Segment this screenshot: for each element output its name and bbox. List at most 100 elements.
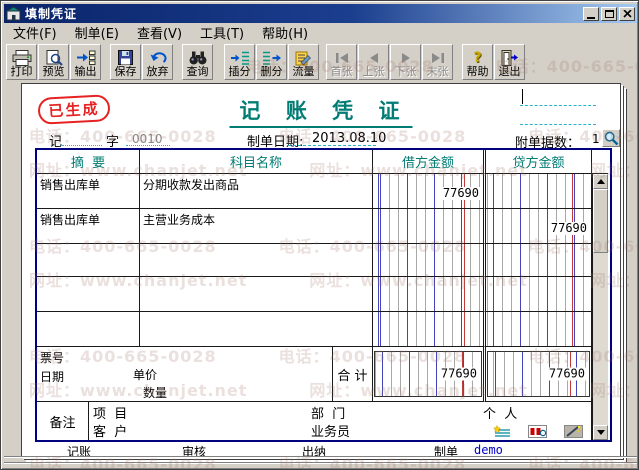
exit-button[interactable]: 退出	[494, 44, 525, 80]
craft-field-line-1[interactable]	[520, 105, 596, 106]
row3-summary-cell[interactable]	[37, 244, 140, 277]
attachment-magnifier-button[interactable]	[602, 129, 620, 147]
attachment-count-value[interactable]: 1	[592, 132, 600, 146]
row1-account-cell[interactable]: 分期收款发出商品	[140, 174, 373, 209]
menu-bar: 文件(F) 制单(E) 查看(V) 工具(T) 帮助(H)	[4, 23, 637, 42]
next-voucher-button[interactable]: 下张	[390, 44, 421, 80]
remark-body: 项 目 客 户 部 门 业务员 个 人	[89, 402, 591, 440]
total-credit-amount: 77690	[547, 366, 586, 381]
customer-label[interactable]: 客 户	[93, 421, 127, 440]
row5-credit-cell[interactable]	[483, 312, 592, 347]
maximize-icon	[604, 9, 614, 18]
delete-entry-line-icon	[262, 49, 282, 66]
menu-file[interactable]: 文件(F)	[4, 22, 66, 43]
row5-summary-cell[interactable]	[37, 312, 140, 347]
project-label[interactable]: 项 目	[93, 403, 127, 422]
ticket-no-label: 票号	[40, 351, 65, 365]
check-document-button[interactable]	[528, 424, 547, 438]
total-debit-cell: 77690	[373, 347, 483, 402]
toolbar-button-label: 查询	[186, 65, 209, 78]
help-question-icon: ?	[473, 49, 482, 66]
header-account: 科目名称	[140, 150, 373, 174]
delete-line-button[interactable]: 删分	[256, 44, 287, 80]
row4-summary-cell[interactable]	[37, 277, 140, 312]
menu-voucher[interactable]: 制单(E)	[66, 22, 128, 43]
date-field-label: 日期	[40, 370, 65, 384]
minimize-button[interactable]	[583, 6, 599, 21]
save-button[interactable]: 保存	[110, 44, 141, 80]
person-label[interactable]: 个 人	[483, 403, 517, 422]
cash-flow-icon	[295, 49, 312, 66]
scroll-down-button[interactable]	[593, 425, 608, 440]
preview-button[interactable]: 预览	[38, 44, 69, 80]
row5-account-cell[interactable]	[140, 312, 373, 347]
save-floppy-icon	[118, 49, 133, 66]
department-label[interactable]: 部 门	[311, 403, 345, 422]
row4-debit-cell[interactable]	[373, 277, 483, 312]
toolbar-button-label: 首张	[330, 65, 353, 78]
help-button[interactable]: ? 帮助	[462, 44, 493, 80]
row3-debit-cell[interactable]	[373, 244, 483, 277]
scroll-up-button[interactable]	[593, 174, 608, 189]
export-button[interactable]: 输出	[70, 44, 101, 80]
total-debit-box: 77690	[374, 351, 482, 397]
prev-voucher-button[interactable]: 上张	[358, 44, 389, 80]
prepare-date-underline	[288, 145, 376, 146]
toolbar-button-label: 删分	[260, 65, 283, 78]
title-bar: 填制凭证	[4, 4, 637, 23]
close-button[interactable]	[619, 6, 635, 21]
row3-account-cell[interactable]	[140, 244, 373, 277]
arrow-up-icon	[596, 179, 605, 184]
toolbar-group-query: 查询	[182, 44, 214, 80]
craft-field-line-2[interactable]	[520, 124, 596, 125]
cash-flow-button[interactable]: 流量	[288, 44, 319, 80]
first-voucher-button[interactable]: 首张	[326, 44, 357, 80]
row2-credit-cell[interactable]: 77690	[483, 209, 592, 244]
row5-debit-cell[interactable]	[373, 312, 483, 347]
row4-credit-cell[interactable]	[483, 277, 592, 312]
header-credit: 贷方金额	[483, 150, 592, 174]
menu-tools[interactable]: 工具(T)	[191, 22, 253, 43]
row2-account-cell[interactable]: 主营业务成本	[140, 209, 373, 244]
quantity-label: 数量	[143, 386, 168, 400]
print-button[interactable]: 打印	[6, 44, 37, 80]
toolbar: 打印 预览 输出 保存 放弃 查询 插分 删分 流量 首张 上张 下张 末张 ?…	[4, 42, 637, 82]
toolbar-group-nav: 首张 上张 下张 末张	[326, 44, 454, 80]
prev-page-icon	[368, 49, 380, 66]
text-cursor	[522, 89, 523, 104]
row3-credit-cell[interactable]	[483, 244, 592, 277]
header-filler	[592, 150, 608, 174]
salesman-label[interactable]: 业务员	[311, 421, 350, 440]
undo-icon	[149, 49, 167, 66]
voucher-number-underline	[126, 145, 170, 146]
arrow-down-icon	[596, 430, 605, 435]
toolbar-group-output: 打印 预览 输出	[6, 44, 102, 80]
prepare-date-value[interactable]: 2013.08.10	[312, 131, 386, 146]
voucher-number[interactable]: 0010	[132, 132, 163, 146]
maximize-button[interactable]	[601, 6, 617, 21]
row1-debit-cell[interactable]: 77690	[373, 174, 483, 209]
query-button[interactable]: 查询	[182, 44, 213, 80]
magnifier-icon	[604, 131, 618, 145]
wand-button[interactable]	[564, 424, 583, 438]
total-credit-box: 77690	[487, 351, 590, 397]
scrollbar-thumb[interactable]	[593, 189, 608, 253]
row1-credit-cell[interactable]	[483, 174, 592, 209]
vertical-scrollbar[interactable]	[592, 174, 608, 440]
voucher-title: 记 账 凭 证	[229, 95, 413, 128]
voucher-table: 摘 要 科目名称 借方金额 贷方金额 销售出库单 分期收款发出商品 77690 …	[35, 148, 612, 442]
last-voucher-button[interactable]: 末张	[422, 44, 453, 80]
insert-line-button[interactable]: 插分	[224, 44, 255, 80]
toolbar-button-label: 预览	[42, 65, 65, 78]
row1-summary-cell[interactable]: 销售出库单	[37, 174, 140, 209]
row4-account-cell[interactable]	[140, 277, 373, 312]
row2-summary-cell[interactable]: 销售出库单	[37, 209, 140, 244]
toolbar-group-lines: 插分 删分 流量	[224, 44, 320, 80]
menu-help[interactable]: 帮助(H)	[253, 22, 317, 43]
row2-debit-cell[interactable]	[373, 209, 483, 244]
convert-lines-button[interactable]	[492, 424, 511, 438]
menu-view[interactable]: 查看(V)	[128, 22, 191, 43]
abandon-button[interactable]: 放弃	[142, 44, 173, 80]
print-preview-icon	[45, 49, 63, 66]
header-debit: 借方金额	[373, 150, 483, 174]
